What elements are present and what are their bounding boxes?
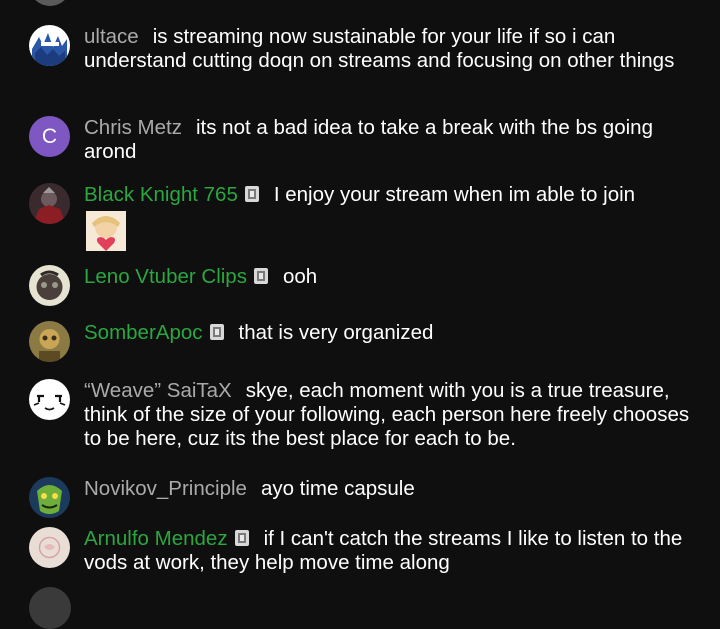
- avatar-letter: C: [41, 124, 58, 148]
- avatar[interactable]: [29, 379, 70, 420]
- message-body: Chris Metz its not a bad idea to take a b…: [84, 116, 692, 164]
- author-name[interactable]: “Weave” SaiTaX: [84, 379, 232, 402]
- member-badge-icon: [244, 185, 260, 203]
- message-text: is streaming now sustainable for your li…: [84, 25, 675, 72]
- avatar[interactable]: [29, 25, 70, 66]
- previous-message-avatar: [29, 0, 71, 6]
- author-name[interactable]: Black Knight 765: [84, 183, 238, 206]
- message-body: ultace is streaming now sustainable for y…: [84, 25, 692, 73]
- author-name[interactable]: Chris Metz: [84, 116, 182, 139]
- message-text: ayo time capsule: [260, 477, 415, 500]
- avatar[interactable]: [29, 321, 70, 362]
- avatar[interactable]: C: [29, 116, 70, 157]
- message-body: Novikov_Principle ayo time capsule: [84, 477, 692, 501]
- message-body: Black Knight 765 I enjoy your stream when…: [84, 183, 692, 253]
- message-body: “Weave” SaiTaX skye, each moment with you…: [84, 379, 692, 451]
- member-badge-icon: [234, 529, 250, 547]
- message-text: I enjoy your stream when im able to join: [273, 183, 636, 206]
- author-name[interactable]: Arnulfo Mendez: [84, 527, 228, 550]
- custom-emoji-sticker: [84, 209, 128, 253]
- message-body: Arnulfo Mendez if I can't catch the strea…: [84, 527, 692, 575]
- message-body: SomberApoc that is very organized: [84, 321, 692, 345]
- member-badge-icon: [253, 267, 269, 285]
- author-name[interactable]: ultace: [84, 25, 139, 48]
- avatar[interactable]: [29, 183, 70, 224]
- avatar[interactable]: [29, 477, 70, 518]
- author-name[interactable]: Novikov_Principle: [84, 477, 247, 500]
- message-text: that is very organized: [238, 321, 434, 344]
- author-name[interactable]: SomberApoc: [84, 321, 203, 344]
- message-body: Leno Vtuber Clips ooh: [84, 265, 692, 289]
- author-name[interactable]: Leno Vtuber Clips: [84, 265, 247, 288]
- avatar[interactable]: [29, 527, 70, 568]
- member-badge-icon: [209, 323, 225, 341]
- next-message-avatar: [29, 587, 71, 629]
- message-text: ooh: [282, 265, 318, 288]
- avatar[interactable]: [29, 265, 70, 306]
